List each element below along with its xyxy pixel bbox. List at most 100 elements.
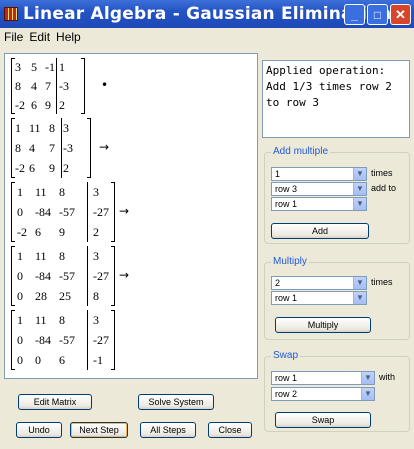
matrix-cell: 6 [29, 161, 35, 175]
matrix-cell: -1 [93, 353, 103, 367]
matrix-cell: 8 [59, 313, 65, 327]
matrix-cell: -3 [63, 141, 73, 155]
add-target-row-select[interactable]: row 1 ▼ [271, 197, 367, 211]
matrix-cell: 3 [63, 121, 69, 135]
add-factor-select[interactable]: 1 ▼ [271, 167, 367, 181]
chevron-down-icon: ▼ [353, 292, 366, 304]
add-source-row-select[interactable]: row 3 ▼ [271, 182, 367, 196]
chevron-down-icon: ▼ [361, 372, 374, 384]
matrix-step: 3 5 -1 1 8 4 7 -3 -2 6 9 2 [11, 58, 85, 114]
augment-divider [87, 246, 88, 306]
matrix-cell: 8 [93, 289, 99, 303]
matrix-step: 1 11 8 3 0 -84 -57 -27 0 28 25 8 [11, 246, 115, 306]
multiply-row-select[interactable]: row 1 ▼ [271, 291, 367, 305]
right-bracket [81, 58, 85, 114]
multiply-times-label: times [371, 277, 393, 287]
matrix-cell: -84 [35, 269, 51, 283]
multiply-row-value: row 1 [275, 293, 298, 303]
matrix-cell: -2 [17, 225, 27, 239]
matrix-cell: 4 [29, 141, 35, 155]
right-bracket [87, 118, 91, 178]
augment-divider [87, 182, 88, 242]
swap-row-a-value: row 1 [275, 373, 298, 383]
augment-divider [87, 310, 88, 370]
matrix-cell: 3 [15, 60, 21, 75]
minimize-button[interactable]: _ [344, 4, 365, 25]
left-bracket [11, 182, 15, 242]
matrix-cell: -57 [59, 333, 75, 347]
add-source-row-value: row 3 [275, 184, 298, 194]
edit-matrix-button[interactable]: Edit Matrix [18, 394, 92, 410]
matrix-cell: 7 [45, 79, 51, 93]
right-bracket [111, 182, 115, 242]
next-step-button[interactable]: Next Step [70, 422, 128, 438]
solve-system-button[interactable]: Solve System [138, 394, 214, 410]
add-to-label: add to [371, 183, 397, 193]
chevron-down-icon: ▼ [353, 198, 366, 210]
matrix-cell: 4 [31, 79, 37, 93]
matrix-cell: 0 [17, 205, 23, 219]
maximize-button[interactable]: □ [367, 4, 388, 25]
add-factor-value: 1 [275, 169, 281, 179]
matrix-step: 1 11 8 3 0 -84 -57 -27 -2 6 9 2 [11, 182, 115, 242]
matrix-cell: 3 [93, 249, 99, 263]
menu-edit[interactable]: Edit [29, 30, 50, 44]
undo-button[interactable]: Undo [16, 422, 62, 438]
multiply-factor-value: 2 [275, 278, 281, 288]
menu-file[interactable]: File [4, 30, 23, 44]
matrix-cell: 0 [17, 269, 23, 283]
multiply-button[interactable]: Multiply [275, 317, 371, 333]
multiply-title: Multiply [271, 256, 309, 267]
multiply-factor-select[interactable]: 2 ▼ [271, 276, 367, 290]
swap-title: Swap [271, 350, 301, 361]
matrix-cell: 1 [59, 60, 65, 75]
matrix-cell: 3 [93, 185, 99, 199]
matrix-cell: 11 [35, 313, 47, 327]
with-label: with [379, 372, 396, 382]
window-title: Linear Algebra - Gaussian Elimination [23, 4, 392, 24]
chevron-down-icon: ▼ [353, 183, 366, 195]
matrix-cell: 3 [93, 313, 99, 327]
times-label: times [371, 168, 393, 178]
operation-text: Applied operation: Add 1/3 times row 2 t… [262, 60, 410, 138]
matrix-cell: 6 [59, 353, 65, 367]
matrix-cell: -27 [93, 269, 109, 283]
matrix-cell: 11 [29, 121, 41, 135]
matrix-cell: 8 [59, 185, 65, 199]
matrix-history-panel[interactable]: 3 5 -1 1 8 4 7 -3 -2 6 9 2 • 1 11 8 3 8 4 7 -3 -2 6 9 2 → 1 11 8 3 0 -8… [4, 53, 258, 379]
chevron-down-icon: ▼ [353, 277, 366, 289]
close-window-button[interactable]: ✕ [390, 4, 411, 25]
menu-help[interactable]: Help [56, 30, 81, 44]
matrix-cell: 2 [93, 225, 99, 239]
app-icon [4, 7, 18, 21]
right-bracket [111, 310, 115, 370]
step-arrow: → [99, 140, 110, 154]
matrix-cell: 0 [35, 353, 41, 367]
matrix-cell: 6 [31, 97, 37, 112]
right-bracket [111, 246, 115, 306]
swap-row-b-select[interactable]: row 2 ▼ [271, 387, 375, 401]
matrix-step: 1 11 8 3 8 4 7 -3 -2 6 9 2 [11, 118, 91, 178]
matrix-cell: 1 [17, 313, 23, 327]
matrix-cell: -84 [35, 205, 51, 219]
add-button[interactable]: Add [271, 223, 369, 239]
matrix-cell: -57 [59, 205, 75, 219]
multiply-group: Multiply 2 ▼ times row 1 ▼ Multiply [264, 256, 410, 340]
title-bar[interactable]: Linear Algebra - Gaussian Elimination _ … [0, 0, 414, 28]
matrix-cell: -2 [15, 161, 25, 175]
swap-row-a-select[interactable]: row 1 ▼ [271, 371, 375, 385]
swap-button[interactable]: Swap [275, 412, 371, 428]
all-steps-button[interactable]: All Steps [140, 422, 196, 438]
add-target-row-value: row 1 [275, 199, 298, 209]
matrix-cell: 1 [17, 185, 23, 199]
matrix-cell: 0 [17, 333, 23, 347]
menu-bar: File Edit Help [0, 28, 414, 46]
matrix-cell: 1 [17, 249, 23, 263]
matrix-cell: 25 [59, 289, 71, 303]
matrix-cell: 11 [35, 185, 47, 199]
matrix-cell: 0 [17, 289, 23, 303]
matrix-cell: 7 [49, 141, 55, 155]
close-button[interactable]: Close [208, 422, 252, 438]
matrix-cell: 8 [49, 121, 55, 135]
matrix-cell: -27 [93, 205, 109, 219]
